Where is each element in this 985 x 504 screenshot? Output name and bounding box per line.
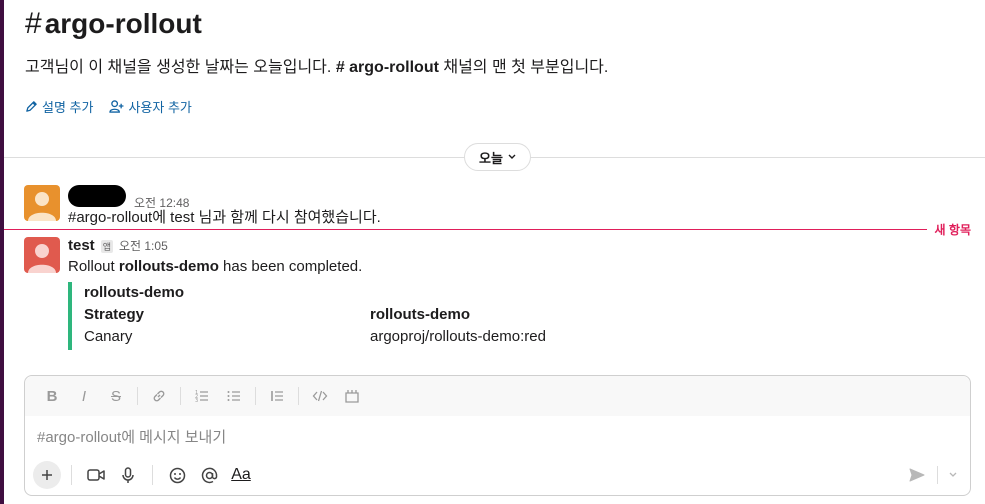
- intro-suffix: 채널의 맨 첫 부분입니다.: [438, 59, 609, 76]
- blockquote-icon: [271, 391, 283, 401]
- ordered-list-button[interactable]: 123: [187, 382, 217, 410]
- toolbar-separator: [298, 387, 299, 405]
- new-messages-divider: [4, 229, 927, 230]
- app-badge: 앱: [100, 240, 113, 253]
- toolbar-separator: [137, 387, 138, 405]
- bold-button[interactable]: B: [37, 382, 67, 410]
- microphone-icon: [122, 466, 134, 483]
- new-messages-label: 새 항목: [934, 223, 971, 237]
- field-value: argoproj/rollouts-demo:red: [370, 328, 546, 345]
- redacted-username: [68, 185, 126, 207]
- intro-text: 고객님이 이 채널을 생성한 날짜는 오늘입니다. # argo-rollout…: [25, 53, 608, 77]
- add-people-label: 사용자 추가: [128, 100, 192, 115]
- ordered-list-icon: 123: [195, 390, 208, 404]
- left-rail: [0, 0, 4, 504]
- send-button[interactable]: [903, 461, 931, 489]
- message-text: #argo-rollout에 test 님과 함께 다시 참여했습니다.: [68, 209, 381, 226]
- blockquote-button[interactable]: [262, 382, 292, 410]
- italic-button[interactable]: I: [69, 382, 99, 410]
- video-camera-icon: [87, 469, 105, 481]
- pencil-icon: [26, 101, 37, 112]
- video-clip-button[interactable]: [82, 461, 110, 489]
- mention-button[interactable]: [195, 461, 223, 489]
- channel-hash: #: [25, 7, 42, 40]
- channel-name: argo-rollout: [44, 8, 202, 39]
- text-format-icon: Aa: [231, 466, 251, 483]
- add-description-link[interactable]: 설명 추가: [25, 97, 93, 116]
- toolbar-separator: [180, 387, 181, 405]
- at-sign-icon: [201, 467, 217, 483]
- intro-channel[interactable]: # argo-rollout: [336, 59, 439, 76]
- message-input[interactable]: #argo-rollout에 메시지 보내기: [25, 416, 970, 454]
- message-header: 오전 12:48: [68, 185, 381, 210]
- sender-name[interactable]: test: [68, 237, 95, 254]
- composer-actions: Aa: [25, 455, 970, 495]
- field-value: rollouts-demo: [370, 306, 470, 323]
- message-text-bold: rollouts-demo: [118, 258, 219, 275]
- code-button[interactable]: [305, 382, 335, 410]
- formatting-toolbar: B I S 123: [25, 376, 970, 416]
- code-icon: [312, 390, 328, 402]
- bulleted-list-button[interactable]: [219, 382, 249, 410]
- send-controls: [903, 461, 962, 489]
- composer-separator: [152, 465, 153, 485]
- send-separator: [937, 466, 938, 484]
- add-people-link[interactable]: 사용자 추가: [109, 97, 192, 116]
- field-label: Canary: [84, 328, 133, 345]
- date-jump-button[interactable]: 오늘: [464, 143, 531, 171]
- chevron-down-icon: [949, 472, 957, 477]
- message-time[interactable]: 오전 1:05: [119, 237, 168, 254]
- bulleted-list-icon: [227, 391, 240, 401]
- field-label: Strategy: [84, 306, 145, 323]
- add-description-label: 설명 추가: [42, 100, 94, 115]
- plus-icon: [42, 470, 52, 480]
- link-icon: [153, 390, 165, 402]
- code-block-icon: [345, 390, 359, 403]
- toolbar-separator: [255, 387, 256, 405]
- message-attachment: rollouts-demo Strategy rollouts-demo Can…: [68, 282, 588, 350]
- message-rejoin: 오전 12:48 #argo-rollout에 test 님과 함께 다시 참여…: [24, 185, 924, 227]
- message-body: 오전 12:48 #argo-rollout에 test 님과 함께 다시 참여…: [68, 185, 381, 227]
- avatar[interactable]: [24, 185, 60, 221]
- avatar[interactable]: [24, 237, 60, 273]
- default-avatar-icon: [24, 185, 60, 221]
- message-text-prefix: Rollout: [68, 258, 119, 275]
- svg-text:3: 3: [195, 398, 198, 404]
- message-text: Rollout rollouts-demo has been completed…: [68, 258, 362, 275]
- attachment-title: rollouts-demo: [84, 284, 184, 301]
- attach-button[interactable]: [33, 461, 61, 489]
- message-text-suffix: has been completed.: [218, 258, 363, 275]
- message-composer: B I S 123 #argo-rollout에 메시지 보내기 Aa: [24, 375, 971, 496]
- formatting-toggle-button[interactable]: Aa: [227, 461, 255, 489]
- intro-prefix: 고객님이 이 채널을 생성한 날짜는 오늘입니다.: [25, 59, 336, 76]
- message-header: test 앱 오전 1:05: [68, 237, 362, 255]
- smiley-icon: [169, 467, 185, 483]
- schedule-send-button[interactable]: [944, 461, 962, 489]
- add-user-icon: [109, 100, 124, 113]
- channel-title: # argo-rollout: [25, 6, 608, 42]
- composer-separator: [71, 465, 72, 485]
- chevron-down-icon: [508, 154, 516, 159]
- message-rollout: test 앱 오전 1:05 Rollout rollouts-demo has…: [24, 237, 924, 277]
- default-avatar-icon: [24, 237, 60, 273]
- channel-intro: # argo-rollout 고객님이 이 채널을 생성한 날짜는 오늘입니다.…: [25, 6, 608, 116]
- attachment-fields: Strategy rollouts-demo Canary argoproj/r…: [84, 304, 588, 348]
- code-block-button[interactable]: [337, 382, 367, 410]
- date-label: 오늘: [479, 150, 503, 166]
- strikethrough-button[interactable]: S: [101, 382, 131, 410]
- send-icon: [909, 468, 925, 482]
- audio-clip-button[interactable]: [114, 461, 142, 489]
- message-body: test 앱 오전 1:05 Rollout rollouts-demo has…: [68, 237, 362, 275]
- intro-actions: 설명 추가 사용자 추가: [25, 97, 608, 116]
- emoji-button[interactable]: [163, 461, 191, 489]
- link-button[interactable]: [144, 382, 174, 410]
